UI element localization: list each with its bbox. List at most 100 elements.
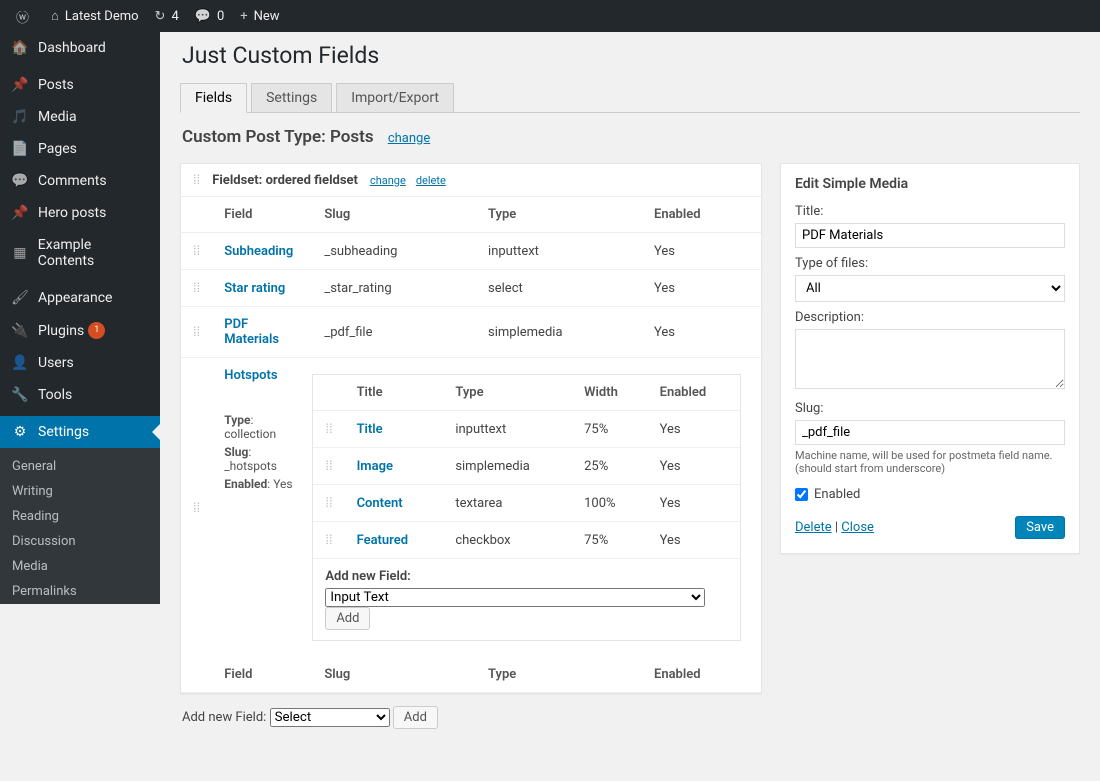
bottom-add-select[interactable]: Select (270, 708, 390, 727)
submenu-item[interactable]: General (0, 454, 160, 479)
tab-fields[interactable]: Fields (180, 83, 247, 113)
plus-icon: + (240, 9, 247, 24)
wp-logo[interactable]: ⓦ (8, 0, 43, 32)
submenu-item[interactable]: Media (0, 554, 160, 579)
enabled-label: Enabled (814, 487, 860, 502)
add-field-label: Add new Field: (325, 569, 728, 584)
bottom-add-label: Add new Field: (182, 710, 266, 725)
user-icon: 👤 (10, 355, 30, 371)
menu-item-users[interactable]: 👤 Users (0, 347, 160, 379)
drag-handle-icon[interactable]: ⁞⁞ (193, 172, 200, 188)
comment-icon: 💬 (195, 9, 211, 24)
collection-field-link[interactable]: Image (357, 459, 393, 474)
submenu-item[interactable]: Discussion (0, 529, 160, 554)
table-row: ⁞⁞Contenttextarea100%Yes (313, 485, 740, 522)
field-link[interactable]: Subheading (224, 244, 293, 259)
brush-icon: 🖌 (10, 290, 30, 306)
menu-item-pages[interactable]: 📄Pages (0, 133, 160, 165)
description-textarea[interactable] (795, 329, 1065, 389)
comments[interactable]: 💬0 (187, 0, 233, 32)
drag-handle-icon[interactable]: ⁞⁞ (313, 448, 344, 485)
add-field-button[interactable]: Add (325, 607, 370, 630)
menu-label: Appearance (38, 290, 112, 306)
menu-item-comments[interactable]: 💬Comments (0, 165, 160, 197)
field-link[interactable]: PDF Materials (224, 317, 279, 347)
field-link[interactable]: Star rating (224, 281, 285, 296)
bottom-add-button[interactable]: Add (393, 706, 438, 729)
menu-label: Settings (38, 424, 89, 440)
menu-item-example[interactable]: ▦Example Contents (0, 229, 160, 277)
drag-handle-icon[interactable]: ⁞⁞ (181, 307, 212, 358)
drag-handle-icon[interactable]: ⁞⁞ (181, 358, 212, 658)
site-name[interactable]: ⌂ Latest Demo (43, 0, 147, 32)
fieldset-delete-link[interactable]: delete (416, 174, 446, 187)
grid-icon: ▦ (10, 245, 30, 261)
col-enabled: Enabled (642, 197, 761, 233)
col-type: Type (476, 197, 642, 233)
menu-label: Tools (38, 387, 72, 403)
title-label: Title: (795, 204, 1065, 219)
menu-label: Plugins (38, 323, 84, 339)
add-field-type-select[interactable]: Input Text (325, 588, 705, 607)
menu-item-settings[interactable]: ⚙Settings (0, 416, 160, 448)
plug-icon: 🔌 (10, 323, 30, 339)
menu-item-media[interactable]: 🎵Media (0, 101, 160, 133)
fieldset-box: ⁞⁞ Fieldset: ordered fieldset change del… (180, 163, 762, 694)
slug-label: Slug: (795, 401, 1065, 416)
col-slug: Slug (312, 197, 476, 233)
drag-handle-icon[interactable]: ⁞⁞ (313, 485, 344, 522)
change-post-type-link[interactable]: change (388, 131, 430, 146)
title-input[interactable] (795, 223, 1065, 248)
menu-item-tools[interactable]: 🔧Tools (0, 379, 160, 411)
table-row: ⁞⁞Featuredcheckbox75%Yes (313, 522, 740, 559)
table-row: ⁞⁞Subheading_subheadinginputtextYes (181, 233, 761, 270)
submenu-item[interactable]: Writing (0, 479, 160, 504)
submenu-item[interactable]: Permalinks (0, 579, 160, 604)
drag-handle-icon[interactable]: ⁞⁞ (181, 270, 212, 307)
collection-field-link[interactable]: Title (357, 422, 383, 437)
menu-label: Dashboard (38, 40, 106, 56)
dashboard-icon: 🏠 (10, 40, 30, 56)
submenu-item[interactable]: Reading (0, 504, 160, 529)
comments-count: 0 (217, 9, 224, 24)
new-content[interactable]: +New (232, 0, 287, 32)
menu-item-plugins[interactable]: 🔌 Plugins1 (0, 314, 160, 347)
save-button[interactable]: Save (1015, 516, 1065, 539)
updates[interactable]: ↻4 (147, 0, 187, 32)
pin-icon: 📌 (10, 77, 30, 93)
post-type-heading: Custom Post Type: Posts change (182, 127, 1080, 147)
fieldset-change-link[interactable]: change (370, 174, 406, 187)
updates-count: 4 (171, 9, 178, 24)
menu-item-dashboard[interactable]: 🏠 Dashboard (0, 32, 160, 64)
menu-label: Media (38, 109, 77, 125)
col-title: Title (345, 375, 444, 411)
collection-field-link[interactable]: Content (357, 496, 403, 511)
edit-field-panel: Edit Simple Media Title: Type of files: … (780, 163, 1080, 554)
slug-input[interactable] (795, 420, 1065, 445)
drag-handle-icon[interactable]: ⁞⁞ (313, 522, 344, 559)
home-icon: ⌂ (51, 8, 59, 24)
close-link[interactable]: Close (841, 520, 874, 535)
menu-item-appearance[interactable]: 🖌 Appearance (0, 282, 160, 314)
filetype-select[interactable]: All (795, 275, 1065, 302)
filetype-label: Type of files: (795, 256, 1065, 271)
col-width: Width (572, 375, 648, 411)
menu-item-hero[interactable]: 📌Hero posts (0, 197, 160, 229)
site-name-label: Latest Demo (65, 9, 139, 24)
drag-handle-icon[interactable]: ⁞⁞ (313, 411, 344, 448)
menu-label: Users (38, 355, 74, 371)
menu-label: Hero posts (38, 205, 106, 221)
nav-tabs: FieldsSettingsImport/Export (180, 83, 1080, 113)
col-field: Field (212, 197, 312, 233)
collection-field-link[interactable]: Featured (357, 533, 409, 548)
delete-link[interactable]: Delete (795, 520, 832, 535)
tab-importexport[interactable]: Import/Export (336, 83, 454, 113)
drag-handle-icon[interactable]: ⁞⁞ (181, 233, 212, 270)
update-badge: 1 (88, 322, 105, 339)
panel-title: Edit Simple Media (795, 176, 1065, 192)
menu-item-posts[interactable]: 📌Posts (0, 69, 160, 101)
page-icon: 📄 (10, 141, 30, 157)
enabled-checkbox[interactable] (795, 488, 808, 501)
tab-settings[interactable]: Settings (251, 83, 332, 113)
field-link-hotspots[interactable]: Hotspots (224, 368, 277, 383)
